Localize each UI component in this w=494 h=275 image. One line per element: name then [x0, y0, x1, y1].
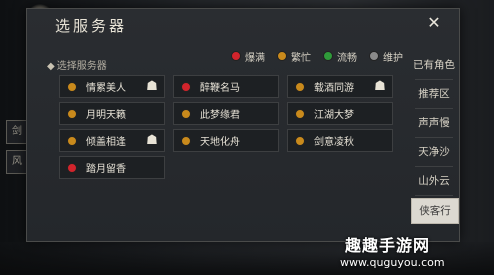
legend-item: 维护 — [369, 49, 403, 64]
side-menu-button-2[interactable]: 风 — [6, 150, 28, 174]
watermark-url: www.quguyou.com — [340, 256, 445, 269]
server-button[interactable]: 情累美人 ☗ — [59, 75, 165, 98]
server-name: 江湖大梦 — [314, 110, 354, 121]
server-name: 载酒同游 — [314, 83, 354, 94]
legend-item: 繁忙 — [277, 49, 311, 64]
status-legend: 爆满 繁忙 流畅 维护 — [231, 49, 403, 64]
legend-label: 维护 — [383, 52, 403, 64]
server-grid: 情累美人 ☗ 醉鞭名马 载酒同游 ☗ 月明天籁 此梦缘君 江湖大梦倾盖相逢 ☗ 天地化舟 剑意凌秋踏… — [59, 75, 399, 245]
diamond-icon: ◆ — [47, 61, 55, 72]
server-name: 天地化舟 — [200, 137, 240, 148]
legend-item: 爆满 — [231, 49, 265, 64]
server-name: 踏月留香 — [86, 164, 126, 175]
tab-server-group[interactable]: 声声慢 — [411, 111, 457, 135]
tab-divider — [415, 108, 453, 109]
status-dot-icon — [295, 135, 305, 146]
server-button[interactable]: 月明天籁 — [59, 102, 165, 125]
status-dot-icon — [181, 108, 191, 119]
status-dot-icon — [295, 81, 305, 92]
server-button[interactable]: 载酒同游 ☗ — [287, 75, 393, 98]
watermark-title: 趣趣手游网 — [345, 236, 431, 255]
close-icon[interactable]: ✕ — [425, 14, 443, 32]
server-button[interactable]: 醉鞭名马 — [173, 75, 279, 98]
legend-label: 爆满 — [245, 52, 265, 64]
tab-server-group[interactable]: 山外云 — [411, 169, 457, 193]
server-button[interactable]: 此梦缘君 — [173, 102, 279, 125]
status-dot-icon — [295, 108, 305, 119]
tab-server-group[interactable]: 天净沙 — [411, 140, 457, 164]
tab-server-group[interactable]: 已有角色 — [411, 53, 457, 77]
server-button[interactable]: 倾盖相逢 ☗ — [59, 129, 165, 152]
server-name: 剑意凌秋 — [314, 137, 354, 148]
server-name: 月明天籁 — [86, 110, 126, 121]
existing-role-icon: ☗ — [374, 79, 386, 94]
status-dot-icon — [231, 51, 241, 61]
side-menu-button-1[interactable]: 剑 — [6, 120, 28, 144]
server-name: 此梦缘君 — [200, 110, 240, 121]
server-name: 倾盖相逢 — [86, 137, 126, 148]
tab-divider — [415, 79, 453, 80]
status-dot-icon — [67, 81, 77, 92]
server-name: 醉鞭名马 — [200, 83, 240, 94]
tab-server-group[interactable]: 侠客行 — [411, 198, 459, 224]
status-dot-icon — [323, 51, 333, 61]
status-dot-icon — [181, 135, 191, 146]
section-label: ◆ 选择服务器 — [47, 57, 107, 72]
status-dot-icon — [369, 51, 379, 61]
server-select-dialog: 选服务器 ✕ 爆满 繁忙 流畅 维护 ◆ 选择服务器 情累美人 ☗ 醉鞭名马 载酒同游 ☗ 月明天… — [26, 8, 460, 242]
legend-label: 流畅 — [337, 52, 357, 64]
tab-divider — [415, 166, 453, 167]
status-dot-icon — [67, 135, 77, 146]
section-label-text: 选择服务器 — [56, 61, 107, 72]
existing-role-icon: ☗ — [146, 79, 158, 94]
tab-server-group[interactable]: 推荐区 — [411, 82, 457, 106]
legend-label: 繁忙 — [291, 52, 311, 64]
server-button[interactable]: 剑意凌秋 — [287, 129, 393, 152]
status-dot-icon — [277, 51, 287, 61]
legend-item: 流畅 — [323, 49, 357, 64]
server-button[interactable]: 江湖大梦 — [287, 102, 393, 125]
server-name: 情累美人 — [86, 83, 126, 94]
server-button[interactable]: 天地化舟 — [173, 129, 279, 152]
status-dot-icon — [67, 162, 77, 173]
status-dot-icon — [67, 108, 77, 119]
status-dot-icon — [181, 81, 191, 92]
tab-divider — [415, 195, 453, 196]
tab-divider — [415, 137, 453, 138]
server-button[interactable]: 踏月留香 — [59, 156, 165, 179]
existing-role-icon: ☗ — [146, 133, 158, 148]
dialog-title: 选服务器 — [55, 17, 128, 35]
